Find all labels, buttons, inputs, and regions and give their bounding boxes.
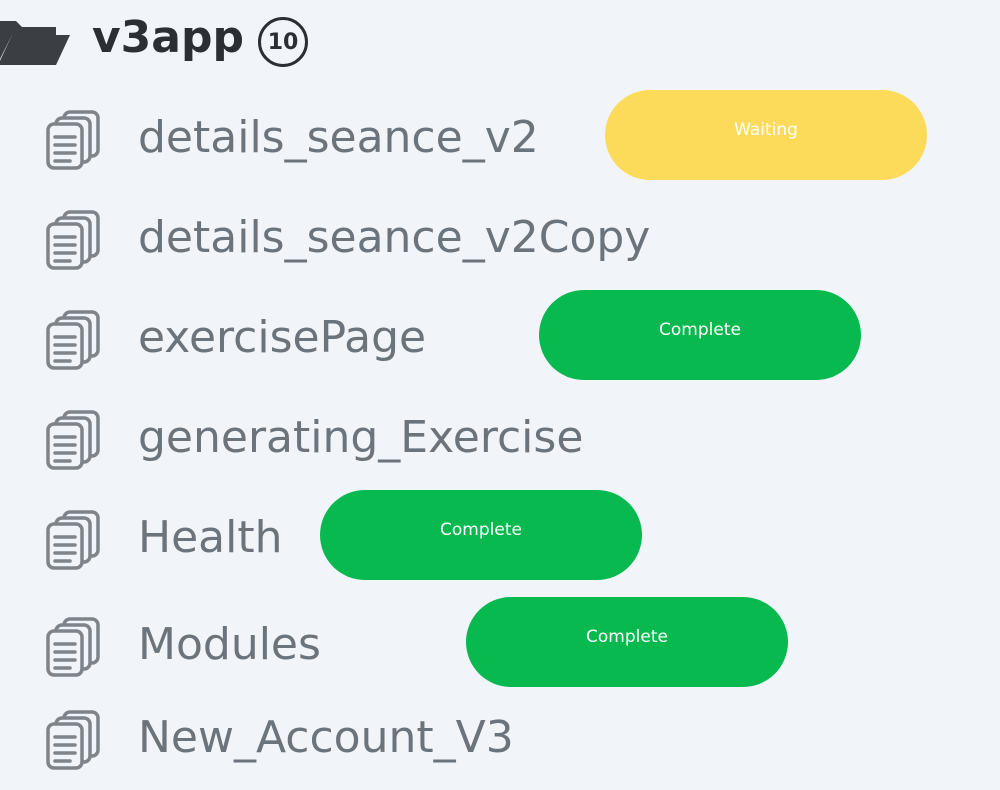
document-stack-icon <box>46 410 100 470</box>
list-item-generating-exercise[interactable]: generating_Exercise <box>0 390 1000 490</box>
status-badge-waiting[interactable]: Waiting <box>605 90 927 180</box>
item-count-badge: 10 <box>258 17 308 67</box>
item-label: exercisePage <box>138 312 427 363</box>
document-stack-icon <box>46 710 100 770</box>
document-stack-icon <box>46 210 100 270</box>
item-label: generating_Exercise <box>138 412 584 463</box>
list-item-modules[interactable]: Modules Complete <box>0 597 1000 697</box>
list-item-details-seance-v2[interactable]: details_seance_v2 Waiting <box>0 90 1000 190</box>
item-label: details_seance_v2Copy <box>138 212 651 263</box>
status-badge-complete[interactable]: Complete <box>539 290 861 380</box>
document-stack-icon <box>46 310 100 370</box>
folder-row-v3app[interactable]: v3app 10 <box>0 0 1000 82</box>
list-item-details-seance-v2copy[interactable]: details_seance_v2Copy <box>0 190 1000 290</box>
folder-open-icon <box>0 21 70 65</box>
list-item-new-account-v3[interactable]: New_Account_V3 <box>0 690 1000 790</box>
item-label: details_seance_v2 <box>138 112 539 163</box>
document-stack-icon <box>46 510 100 570</box>
item-label: Health <box>138 512 283 563</box>
item-label: New_Account_V3 <box>138 712 514 763</box>
status-badge-complete[interactable]: Complete <box>466 597 788 687</box>
document-stack-icon <box>46 110 100 170</box>
item-label: Modules <box>138 619 321 670</box>
document-stack-icon <box>46 617 100 677</box>
list-item-exercisepage[interactable]: exercisePage Complete <box>0 290 1000 390</box>
list-item-health[interactable]: Health Complete <box>0 490 1000 590</box>
folder-name: v3app <box>92 12 244 63</box>
status-badge-complete[interactable]: Complete <box>320 490 642 580</box>
